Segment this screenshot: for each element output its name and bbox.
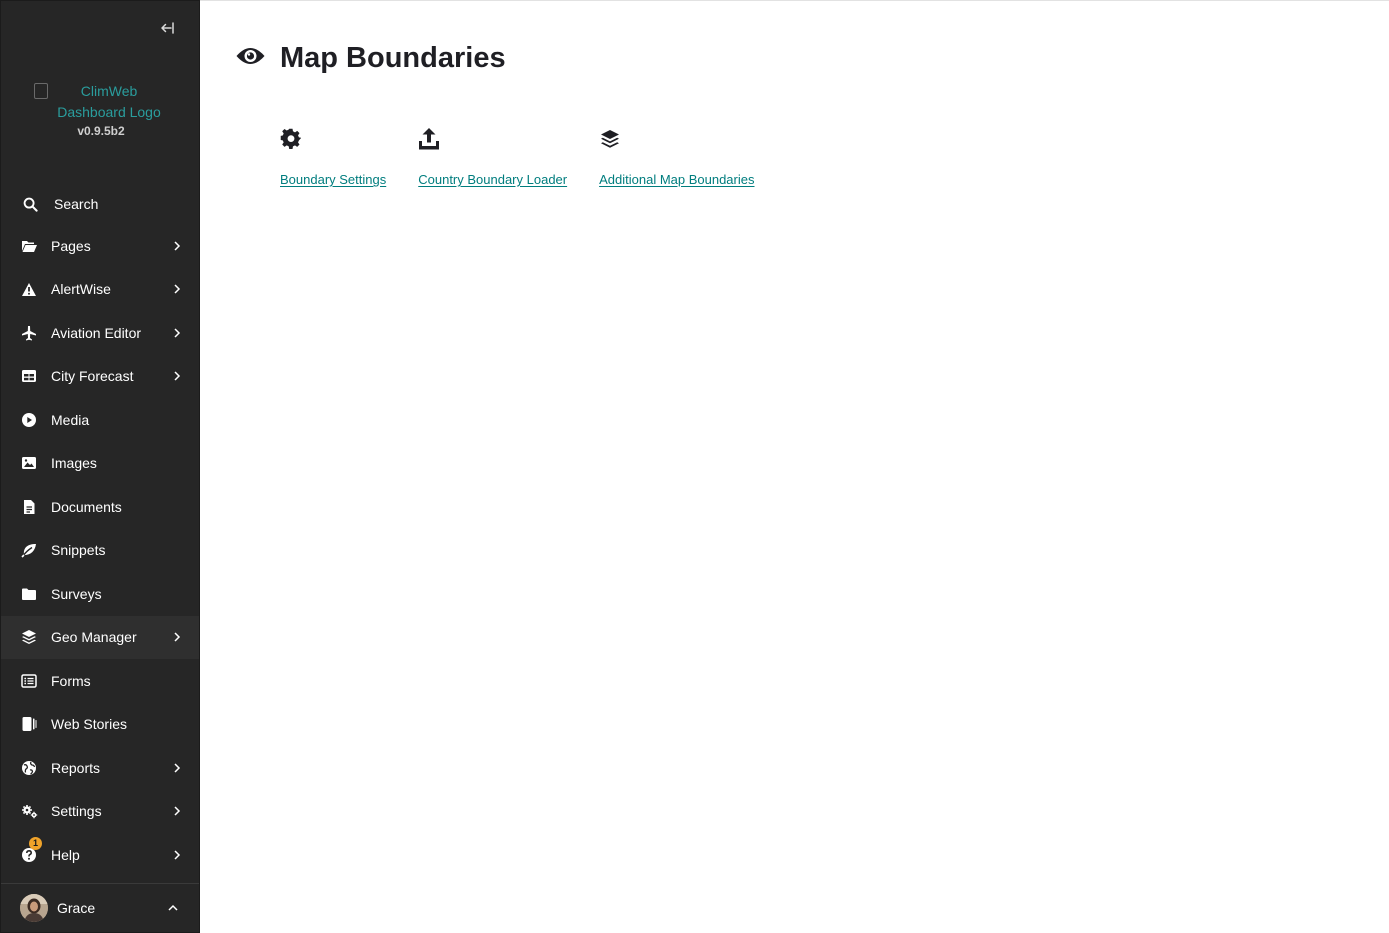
- sidebar-item-label: Geo Manager: [51, 629, 137, 646]
- country-boundary-loader-link[interactable]: Country Boundary Loader: [418, 172, 567, 187]
- account-menu-button[interactable]: Grace: [1, 883, 199, 932]
- collapse-arrow-icon: [161, 22, 174, 34]
- sidebar-item-label: Settings: [51, 803, 102, 820]
- chevron-right-icon: [171, 631, 183, 643]
- sidebar-item-label: Aviation Editor: [51, 324, 142, 341]
- broken-image-icon: [34, 83, 48, 99]
- logo-area[interactable]: ClimWeb Dashboard Logo v0.9.5b2: [1, 81, 201, 138]
- sidebar-item-label: Surveys: [51, 585, 102, 602]
- warning-icon: [20, 280, 38, 298]
- sidebar-item-label: City Forecast: [51, 368, 134, 385]
- settings-links: Boundary Settings Country Boundary Loade…: [280, 126, 787, 187]
- folder-open-icon: [20, 237, 38, 255]
- page-title: Map Boundaries: [280, 42, 506, 74]
- notification-badge: 1: [29, 836, 42, 850]
- chevron-right-icon: [171, 849, 183, 861]
- chevron-right-icon: [171, 805, 183, 817]
- chevron-right-icon: [171, 240, 183, 252]
- layers-icon: [20, 628, 38, 646]
- cogs-icon: [20, 802, 38, 820]
- sidebar-item-city-forecast[interactable]: City Forecast: [1, 355, 199, 399]
- search-label: Search: [54, 196, 99, 212]
- sidebar-item-surveys[interactable]: Surveys: [1, 572, 199, 616]
- sidebar-item-label: Web Stories: [51, 716, 127, 733]
- search-button[interactable]: Search: [1, 187, 199, 221]
- sidebar-item-label: Pages: [51, 237, 91, 254]
- leaf-icon: [20, 541, 38, 559]
- plane-icon: [20, 324, 38, 342]
- upload-icon: [418, 126, 440, 152]
- chevron-up-icon: [167, 899, 179, 917]
- globe-icon: [20, 759, 38, 777]
- sidebar-item-label: Snippets: [51, 542, 106, 559]
- collapse-sidebar-button[interactable]: [157, 17, 179, 39]
- sidebar-item-label: Documents: [51, 498, 122, 515]
- sidebar-item-web-stories[interactable]: Web Stories: [1, 703, 199, 747]
- chevron-right-icon: [171, 327, 183, 339]
- boundary-settings-item: Boundary Settings: [280, 126, 386, 187]
- main-menu: Pages AlertWise Aviation Editor City For…: [1, 224, 199, 877]
- cog-icon: [280, 126, 302, 152]
- sidebar-item-reports[interactable]: Reports: [1, 746, 199, 790]
- page-header: Map Boundaries: [235, 42, 506, 75]
- sidebar: ClimWeb Dashboard Logo v0.9.5b2 Search P…: [0, 0, 200, 933]
- sidebar-item-label: Images: [51, 455, 97, 472]
- sidebar-item-geo-manager[interactable]: Geo Manager: [1, 615, 199, 659]
- chevron-right-icon: [171, 283, 183, 295]
- chevron-right-icon: [171, 762, 183, 774]
- search-icon: [23, 197, 38, 212]
- sidebar-item-aviation-editor[interactable]: Aviation Editor: [1, 311, 199, 355]
- sidebar-item-help[interactable]: 1 Help: [1, 833, 199, 877]
- layers-icon: [599, 126, 621, 152]
- account-name: Grace: [57, 900, 96, 916]
- sidebar-item-alertwise[interactable]: AlertWise: [1, 268, 199, 312]
- play-circle-icon: [20, 411, 38, 429]
- list-icon: [20, 672, 38, 690]
- image-icon: [20, 454, 38, 472]
- sidebar-item-label: AlertWise: [51, 281, 111, 298]
- logo[interactable]: ClimWeb Dashboard Logo: [34, 81, 168, 123]
- eye-icon: [235, 44, 266, 73]
- logo-alt-text: ClimWeb Dashboard Logo: [57, 83, 161, 120]
- folder-icon: [20, 585, 38, 603]
- country-boundary-loader-item: Country Boundary Loader: [418, 126, 567, 187]
- sidebar-item-images[interactable]: Images: [1, 442, 199, 486]
- sidebar-item-label: Reports: [51, 759, 101, 776]
- sidebar-item-media[interactable]: Media: [1, 398, 199, 442]
- avatar: [20, 894, 48, 922]
- sidebar-item-pages[interactable]: Pages: [1, 224, 199, 268]
- sidebar-item-settings[interactable]: Settings: [1, 790, 199, 834]
- stories-icon: [20, 715, 38, 733]
- version-label: v0.9.5b2: [77, 124, 125, 138]
- sidebar-item-snippets[interactable]: Snippets: [1, 529, 199, 573]
- help-icon: 1: [20, 836, 42, 864]
- document-icon: [20, 498, 38, 516]
- sidebar-item-label: Forms: [51, 672, 91, 689]
- sidebar-item-forms[interactable]: Forms: [1, 659, 199, 703]
- sidebar-item-label: Media: [51, 411, 90, 428]
- top-border: [200, 0, 1389, 1]
- chevron-right-icon: [171, 370, 183, 382]
- sidebar-item-documents[interactable]: Documents: [1, 485, 199, 529]
- boundary-settings-link[interactable]: Boundary Settings: [280, 172, 386, 187]
- sidebar-item-label: Help: [51, 846, 80, 863]
- table-icon: [20, 367, 38, 385]
- additional-map-boundaries-item: Additional Map Boundaries: [599, 126, 755, 187]
- additional-map-boundaries-link[interactable]: Additional Map Boundaries: [599, 172, 754, 187]
